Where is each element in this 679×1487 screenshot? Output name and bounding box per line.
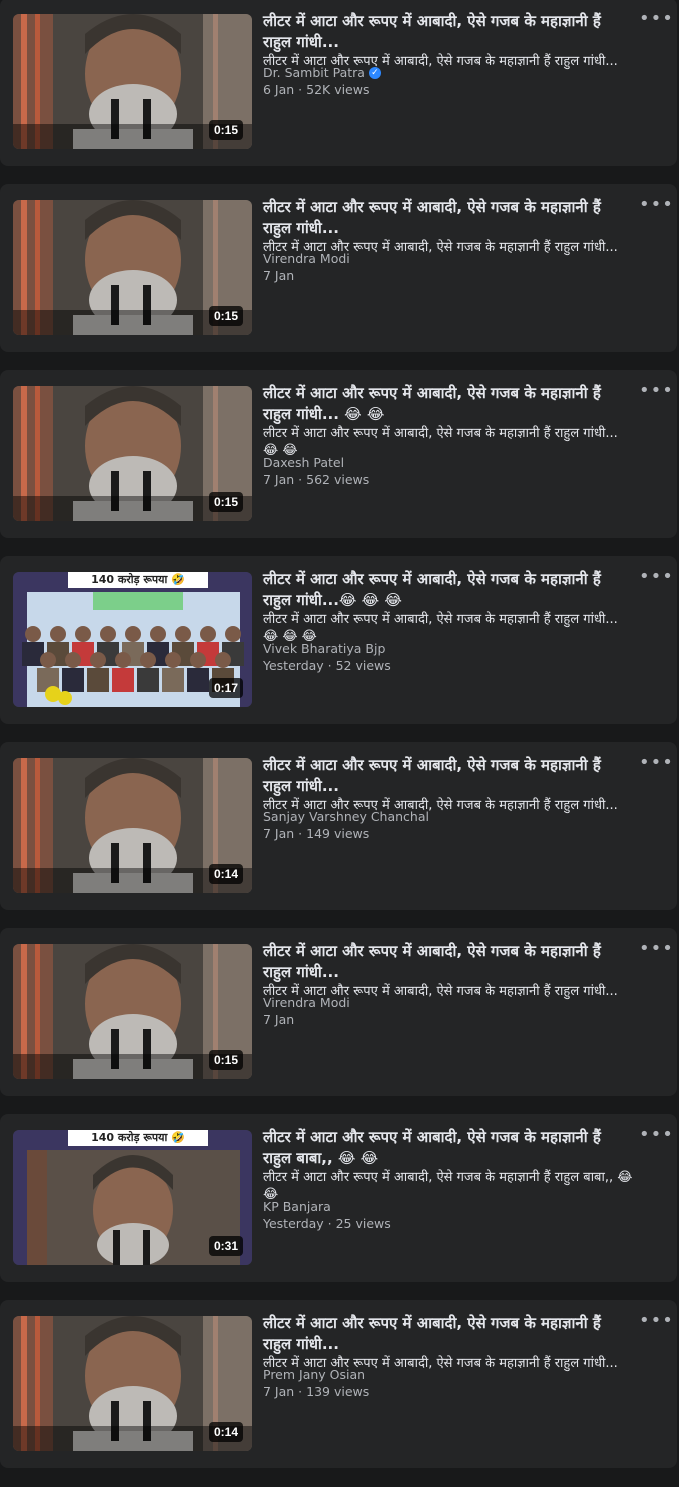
video-date-views: 6 Jan · 52K views [263, 82, 370, 97]
more-dots-icon: ••• [639, 752, 674, 773]
more-dots-icon: ••• [639, 194, 674, 215]
video-duration-badge: 0:15 [208, 1050, 243, 1070]
author-name-link[interactable]: Daxesh Patel [263, 455, 344, 470]
video-title-link[interactable]: लीटर में आटा और रूपए में आबादी, ऐसे गजब … [263, 383, 633, 425]
video-date-views: 7 Jan · 139 views [263, 1384, 370, 1399]
video-result-card[interactable]: 0:14 लीटर में आटा और रूपए में आबादी, ऐसे… [0, 1300, 677, 1468]
video-thumbnail[interactable]: 0:15 [13, 200, 252, 335]
video-date-views: 7 Jan · 149 views [263, 826, 370, 841]
video-duration-badge: 0:15 [208, 492, 243, 512]
author-row[interactable]: KP Banjara [263, 1199, 331, 1214]
more-options-button[interactable]: ••• [639, 382, 673, 404]
video-duration-badge: 0:14 [208, 864, 243, 884]
verified-badge-icon: ✓ [368, 66, 381, 79]
video-result-card[interactable]: 0:15 लीटर में आटा और रूपए में आबादी, ऐसे… [0, 0, 677, 166]
video-thumbnail[interactable]: 0:14 [13, 758, 252, 893]
author-row[interactable]: Virendra Modi [263, 995, 350, 1010]
author-name-link[interactable]: Dr. Sambit Patra [263, 65, 365, 80]
video-description: लीटर में आटा और रूपए में आबादी, ऐसे गजब … [263, 426, 618, 458]
more-dots-icon: ••• [639, 380, 674, 401]
video-description: लीटर में आटा और रूपए में आबादी, ऐसे गजब … [263, 1170, 633, 1202]
author-name-link[interactable]: Prem Jany Osian [263, 1367, 365, 1382]
video-duration-badge: 0:14 [208, 1422, 243, 1442]
video-thumbnail[interactable]: 0:15 [13, 944, 252, 1079]
video-thumbnail[interactable]: 0:15 [13, 14, 252, 149]
author-name-link[interactable]: Virendra Modi [263, 995, 350, 1010]
more-dots-icon: ••• [639, 1310, 674, 1331]
video-duration-badge: 0:15 [208, 306, 243, 326]
video-duration-badge: 0:31 [208, 1236, 243, 1256]
video-result-card[interactable]: 0:15 लीटर में आटा और रूपए में आबादी, ऐसे… [0, 928, 677, 1096]
author-name-link[interactable]: Sanjay Varshney Chanchal [263, 809, 429, 824]
more-dots-icon: ••• [639, 566, 674, 587]
video-description: लीटर में आटा और रूपए में आबादी, ऐसे गजब … [263, 612, 618, 644]
more-dots-icon: ••• [639, 938, 674, 959]
video-result-card[interactable]: 0:14 लीटर में आटा और रूपए में आबादी, ऐसे… [0, 742, 677, 910]
video-result-card[interactable]: 140 करोड़ रूपया 🤣 0:31 लीटर में आटा और र… [0, 1114, 677, 1282]
author-row[interactable]: Vivek Bharatiya Bjp [263, 641, 385, 656]
author-row[interactable]: Virendra Modi [263, 251, 350, 266]
author-row[interactable]: Sanjay Varshney Chanchal [263, 809, 429, 824]
more-options-button[interactable]: ••• [639, 196, 673, 218]
video-title-link[interactable]: लीटर में आटा और रूपए में आबादी, ऐसे गजब … [263, 197, 633, 239]
author-name-link[interactable]: Virendra Modi [263, 251, 350, 266]
video-title-link[interactable]: लीटर में आटा और रूपए में आबादी, ऐसे गजब … [263, 755, 633, 797]
video-thumbnail[interactable]: 140 करोड़ रूपया 🤣 0:31 [13, 1130, 252, 1265]
more-options-button[interactable]: ••• [639, 1312, 673, 1334]
author-name-link[interactable]: KP Banjara [263, 1199, 331, 1214]
video-result-card[interactable]: 140 करोड़ रूपया 🤣 0:17 लीटर में आटा और र… [0, 556, 677, 724]
more-dots-icon: ••• [639, 8, 674, 29]
more-options-button[interactable]: ••• [639, 1126, 673, 1148]
author-row[interactable]: Dr. Sambit Patra ✓ [263, 65, 381, 80]
more-dots-icon: ••• [639, 1124, 674, 1145]
author-row[interactable]: Prem Jany Osian [263, 1367, 365, 1382]
more-options-button[interactable]: ••• [639, 754, 673, 776]
more-options-button[interactable]: ••• [639, 10, 673, 32]
thumbnail-caption: 140 करोड़ रूपया 🤣 [91, 573, 185, 586]
video-date-views: Yesterday · 52 views [263, 658, 391, 673]
more-options-button[interactable]: ••• [639, 568, 673, 590]
author-row[interactable]: Daxesh Patel [263, 455, 344, 470]
video-duration-badge: 0:17 [208, 678, 243, 698]
video-results-list: 0:15 लीटर में आटा और रूपए में आबादी, ऐसे… [0, 0, 679, 1487]
video-title-link[interactable]: लीटर में आटा और रूपए में आबादी, ऐसे गजब … [263, 1127, 633, 1169]
video-result-card[interactable]: 0:15 लीटर में आटा और रूपए में आबादी, ऐसे… [0, 184, 677, 352]
video-date-views: 7 Jan · 562 views [263, 472, 370, 487]
video-date-views: 7 Jan [263, 1012, 295, 1027]
video-title-link[interactable]: लीटर में आटा और रूपए में आबादी, ऐसे गजब … [263, 11, 633, 53]
author-name-link[interactable]: Vivek Bharatiya Bjp [263, 641, 385, 656]
thumbnail-caption: 140 करोड़ रूपया 🤣 [91, 1131, 185, 1144]
video-title-link[interactable]: लीटर में आटा और रूपए में आबादी, ऐसे गजब … [263, 941, 633, 983]
video-result-card[interactable]: 0:15 लीटर में आटा और रूपए में आबादी, ऐसे… [0, 370, 677, 538]
video-duration-badge: 0:15 [208, 120, 243, 140]
video-thumbnail[interactable]: 0:15 [13, 386, 252, 521]
video-date-views: Yesterday · 25 views [263, 1216, 391, 1231]
video-date-views: 7 Jan [263, 268, 295, 283]
more-options-button[interactable]: ••• [639, 940, 673, 962]
video-title-link[interactable]: लीटर में आटा और रूपए में आबादी, ऐसे गजब … [263, 1313, 633, 1355]
video-title-link[interactable]: लीटर में आटा और रूपए में आबादी, ऐसे गजब … [263, 569, 633, 611]
video-thumbnail[interactable]: 140 करोड़ रूपया 🤣 0:17 [13, 572, 252, 707]
video-thumbnail[interactable]: 0:14 [13, 1316, 252, 1451]
